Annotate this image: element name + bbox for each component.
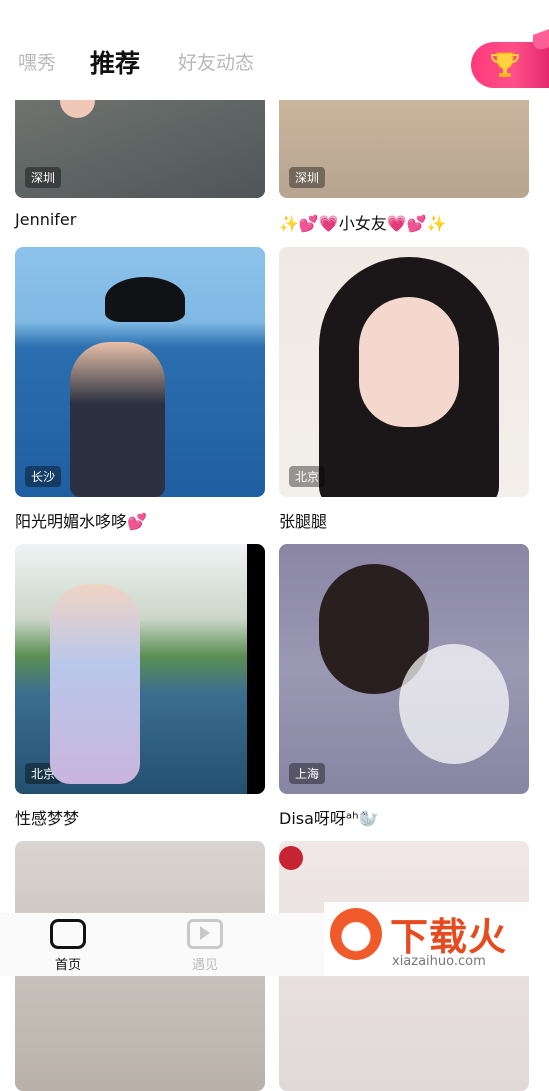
tab-heixiu[interactable]: 嘿秀 xyxy=(18,48,56,75)
watermark: 下载火 xiazaihuo.com xyxy=(324,902,549,976)
nav-home-label: 首页 xyxy=(54,958,81,973)
city-badge: 上海 xyxy=(289,763,326,784)
trophy-icon xyxy=(490,52,520,77)
user-name: Jennifer xyxy=(15,210,77,229)
tab-friends-feed[interactable]: 好友动态 xyxy=(178,48,254,75)
nav-meet[interactable]: 遇见 xyxy=(175,919,235,973)
city-badge: 深圳 xyxy=(289,167,326,188)
home-logo-icon xyxy=(50,919,86,949)
play-video-icon xyxy=(187,919,223,949)
user-name: 阳光明媚水哆哆💕 xyxy=(15,512,147,531)
fire-logo-icon xyxy=(330,908,382,960)
user-name: ✨💕💗小女友💗💕✨ xyxy=(279,214,447,233)
user-name: 张腿腿 xyxy=(279,512,328,531)
user-name: Disa呀呀ᵃʰ🦭 xyxy=(279,809,379,828)
user-name: 性感梦梦 xyxy=(15,809,80,828)
city-badge: 北京 xyxy=(25,763,62,784)
profile-photo[interactable]: 北京 xyxy=(15,544,265,794)
top-tab-bar: 嘿秀 推荐 好友动态 xyxy=(0,0,549,100)
tab-recommend[interactable]: 推荐 xyxy=(90,44,140,80)
profile-photo[interactable]: 北京 xyxy=(279,247,529,497)
ranking-button[interactable] xyxy=(471,42,549,88)
profile-photo[interactable]: 长沙 xyxy=(15,247,265,497)
city-badge: 长沙 xyxy=(25,466,62,487)
watermark-title: 下载火 xyxy=(390,915,508,959)
profile-photo[interactable]: 上海 xyxy=(279,544,529,794)
watermark-url: xiazaihuo.com xyxy=(392,954,486,969)
feed-grid: 深圳 Jennifer 深圳 ✨💕💗小女友💗💕✨ 长沙 阳光明媚水哆哆💕 北京 … xyxy=(0,0,549,1091)
city-badge: 深圳 xyxy=(25,167,62,188)
city-badge: 北京 xyxy=(289,466,326,487)
nav-home[interactable]: 首页 xyxy=(38,919,98,973)
nav-meet-label: 遇见 xyxy=(191,958,218,973)
